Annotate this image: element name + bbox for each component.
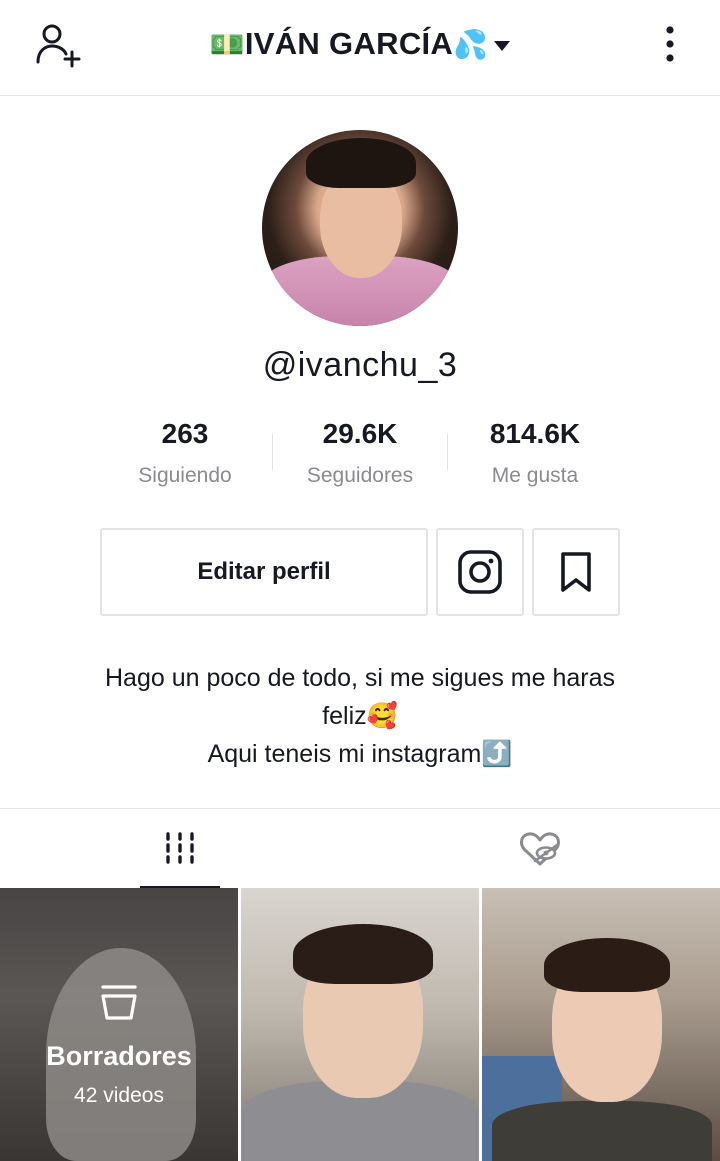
stat-followers[interactable]: 29.6K Seguidores bbox=[275, 418, 445, 488]
top-bar: 💵IVÁN GARCÍA💦 bbox=[0, 0, 720, 96]
drafts-icon bbox=[101, 985, 137, 1020]
stat-value: 29.6K bbox=[322, 418, 398, 449]
tab-videos[interactable] bbox=[140, 809, 220, 889]
avatar[interactable] bbox=[262, 130, 458, 326]
username: @ivanchu_3 bbox=[262, 346, 458, 384]
smiling-hearts-emoji: 🥰 bbox=[366, 701, 398, 730]
stat-label: Me gusta bbox=[491, 464, 579, 487]
stat-value: 814.6K bbox=[489, 418, 581, 449]
money-emoji: 💵 bbox=[209, 28, 245, 61]
stat-value: 263 bbox=[161, 418, 209, 449]
bio-line: feliz🥰 bbox=[40, 697, 680, 735]
arrow-up-right-emoji: ⤴️ bbox=[481, 739, 513, 768]
account-switcher[interactable]: 💵IVÁN GARCÍA💦 bbox=[0, 26, 720, 62]
profile-tabs bbox=[0, 808, 720, 889]
stat-following[interactable]: 263 Siguiendo bbox=[100, 418, 270, 488]
instagram-button[interactable] bbox=[436, 528, 524, 616]
chevron-down-icon bbox=[494, 40, 511, 51]
video-thumbnail[interactable] bbox=[241, 888, 479, 1161]
divider bbox=[272, 434, 273, 470]
stat-likes[interactable]: 814.6K Me gusta bbox=[450, 418, 620, 488]
stats-row: 263 Siguiendo 29.6K Seguidores 814.6K Me… bbox=[100, 418, 620, 498]
bookmark-button[interactable] bbox=[532, 528, 620, 616]
video-grid: Borradores 42 videos bbox=[0, 888, 720, 1161]
grid-icon bbox=[166, 832, 194, 864]
droplets-emoji: 💦 bbox=[453, 28, 489, 61]
drafts-tile[interactable]: Borradores 42 videos bbox=[0, 888, 238, 1161]
bio-line: Hago un poco de todo, si me sigues me ha… bbox=[104, 664, 616, 692]
more-options-icon[interactable] bbox=[658, 24, 682, 64]
drafts-count: 42 videos bbox=[74, 1084, 164, 1107]
instagram-icon bbox=[458, 550, 502, 594]
bio: Hago un poco de todo, si me sigues me ha… bbox=[40, 660, 680, 773]
bookmark-icon bbox=[561, 552, 591, 592]
drafts-title: Borradores bbox=[46, 1041, 192, 1071]
bio-text: feliz bbox=[322, 702, 367, 730]
stat-label: Siguiendo bbox=[138, 464, 232, 487]
stat-label: Seguidores bbox=[306, 464, 414, 487]
video-thumbnail[interactable] bbox=[482, 888, 720, 1161]
divider bbox=[447, 434, 448, 470]
account-name: IVÁN GARCÍA bbox=[244, 26, 454, 61]
bio-line: Aqui teneis mi instagram⤴️ bbox=[40, 735, 680, 773]
hidden-heart-icon bbox=[520, 832, 560, 866]
edit-profile-button[interactable]: Editar perfil bbox=[100, 528, 428, 616]
tab-liked[interactable] bbox=[500, 809, 580, 889]
drafts-info: Borradores 42 videos bbox=[0, 982, 238, 1108]
bio-text: Aqui teneis mi instagram bbox=[207, 740, 482, 768]
